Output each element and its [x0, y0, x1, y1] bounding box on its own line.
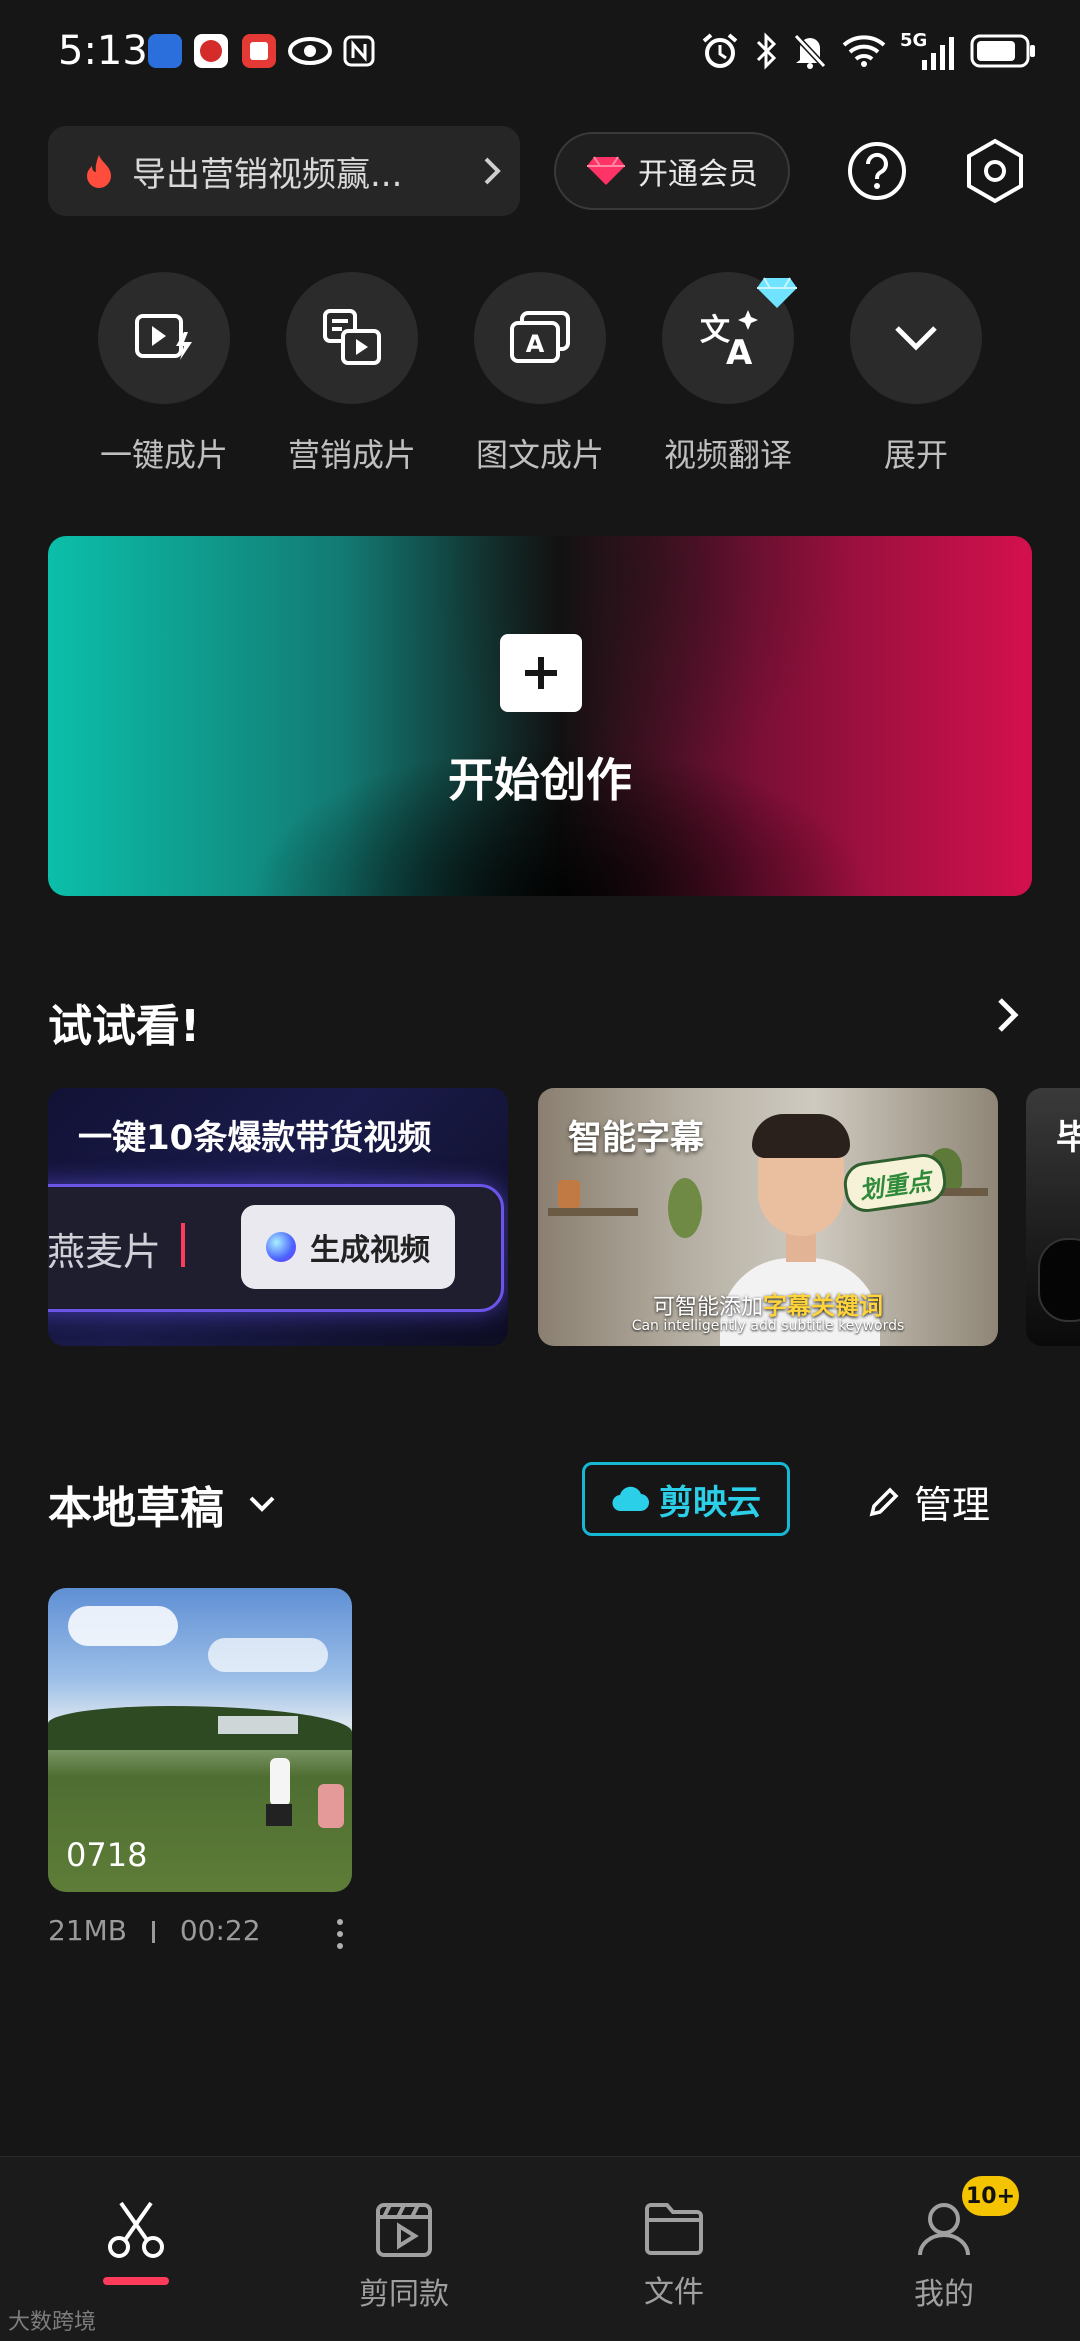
play-lightning-icon: [135, 314, 192, 360]
premium-diamond-icon: [756, 276, 798, 314]
signal-icon: 5G: [900, 30, 956, 70]
mute-icon: [793, 33, 827, 69]
demo-input-text: 燕麦片: [48, 1230, 162, 1274]
person-figure: [270, 1758, 290, 1806]
tool-label: 视频翻译: [663, 436, 792, 474]
highlight-sticker: 划重点: [841, 1151, 949, 1215]
manage-button[interactable]: 管理: [866, 1474, 990, 1529]
tool-label: 图文成片: [475, 436, 604, 474]
chevron-down-icon: [249, 1496, 275, 1512]
profile-icon: [918, 2203, 970, 2256]
status-time: 5:13: [58, 28, 148, 74]
settings-hexagon-icon: [967, 138, 1023, 204]
try-card-bulk-videos[interactable]: 一键10条爆款带货视频 燕麦片 生成视频: [48, 1088, 508, 1346]
demo-input-box: 燕麦片 生成视频: [48, 1184, 504, 1312]
draft-more-button[interactable]: [334, 1918, 346, 1954]
image-text-video-icon: A: [510, 311, 570, 363]
promo-text: 导出营销视频赢...: [132, 154, 403, 195]
app-notification-icon: [242, 34, 276, 68]
tool-label: 营销成片: [287, 436, 416, 474]
subtitle-sample: 可智能添加字幕关键词: [652, 1292, 883, 1320]
app-notification-icon: [194, 34, 228, 68]
help-icon: [848, 142, 906, 200]
marketing-video-icon: [323, 309, 381, 365]
nfc-icon: [342, 34, 376, 72]
promo-banner[interactable]: 导出营销视频赢...: [48, 126, 520, 216]
tool-label: 展开: [883, 436, 948, 474]
fire-icon: [87, 155, 111, 188]
try-card-smart-subtitle[interactable]: 划重点 智能字幕 可智能添加字幕关键词 Can intelligently ad…: [538, 1088, 998, 1346]
nav-templates[interactable]: 剪同款: [314, 2199, 494, 2313]
start-creating-button[interactable]: 开始创作: [48, 536, 1032, 896]
tool-marketing-video[interactable]: 营销成片: [286, 272, 418, 476]
settings-button[interactable]: [964, 138, 1026, 208]
watermark: 大数跨境: [8, 2310, 97, 2335]
nav-label: 我的: [914, 2277, 974, 2312]
draft-meta: 21MB 00:22: [48, 1914, 261, 1947]
card-title: 一键10条爆款带货视频: [78, 1118, 432, 1158]
generate-video-button: 生成视频: [241, 1205, 455, 1289]
bluetooth-icon: [756, 32, 777, 70]
card-title: 智能字幕: [568, 1118, 704, 1158]
plus-icon: [500, 634, 582, 712]
chevron-down-icon: [895, 326, 937, 351]
subtitle-sample-en: Can intelligently add subtitle keywords: [631, 1318, 905, 1334]
diamond-icon: [587, 156, 625, 185]
cloud-icon: [612, 1486, 649, 1512]
cloud-label: 剪映云: [659, 1482, 761, 1523]
app-notification-icon: [148, 34, 182, 68]
pencil-icon: [869, 1487, 899, 1516]
ai-orb-icon: [266, 1232, 296, 1262]
wifi-icon: [842, 35, 886, 67]
battery-icon: [970, 34, 1035, 68]
scissors-icon: [108, 2201, 164, 2258]
chevron-right-icon: [484, 157, 501, 185]
vip-label: 开通会员: [638, 157, 758, 192]
draft-size: 21MB: [48, 1914, 127, 1947]
chevron-right-icon: [998, 998, 1019, 1032]
cloud-button[interactable]: 剪映云: [582, 1462, 790, 1536]
nav-label: 剪同款: [359, 2277, 449, 2312]
folder-icon: [645, 2203, 703, 2255]
tool-label: 一键成片: [99, 436, 228, 474]
card-title: 毕: [1056, 1118, 1080, 1158]
try-more-button[interactable]: [996, 996, 1020, 1038]
tool-expand[interactable]: 展开: [850, 272, 982, 476]
svg-text:A: A: [526, 330, 545, 358]
help-button[interactable]: [846, 140, 908, 206]
tool-image-text-video[interactable]: A 图文成片: [474, 272, 606, 476]
notification-badge: 10+: [962, 2176, 1020, 2216]
vip-button[interactable]: 开通会员: [554, 132, 790, 210]
nav-edit[interactable]: [46, 2199, 226, 2285]
drafts-title[interactable]: 本地草稿: [48, 1472, 276, 1536]
draft-duration: 00:22: [179, 1914, 261, 1947]
bottom-nav: 剪同款 文件 我的: [0, 2156, 1080, 2341]
eye-icon: [288, 34, 332, 72]
nav-profile[interactable]: 我的: [854, 2199, 1034, 2313]
nav-label: 文件: [644, 2275, 704, 2310]
start-creating-label: 开始创作: [448, 753, 632, 807]
template-clapper-icon: [376, 2203, 432, 2257]
draft-name: 0718: [66, 1836, 148, 1874]
try-section-title: 试试看!: [48, 1001, 201, 1052]
manage-label: 管理: [914, 1483, 991, 1527]
nav-files[interactable]: 文件: [584, 2199, 764, 2311]
tool-one-click-video[interactable]: 一键成片: [98, 272, 230, 476]
try-card-partial[interactable]: 毕: [1026, 1088, 1080, 1346]
translate-icon: 文A: [700, 310, 758, 370]
nav-active-indicator: [103, 2277, 169, 2285]
draft-thumbnail[interactable]: 0718: [48, 1588, 352, 1892]
svg-text:A: A: [726, 333, 753, 370]
alarm-icon: [702, 33, 738, 68]
more-vertical-icon: [337, 1919, 343, 1949]
